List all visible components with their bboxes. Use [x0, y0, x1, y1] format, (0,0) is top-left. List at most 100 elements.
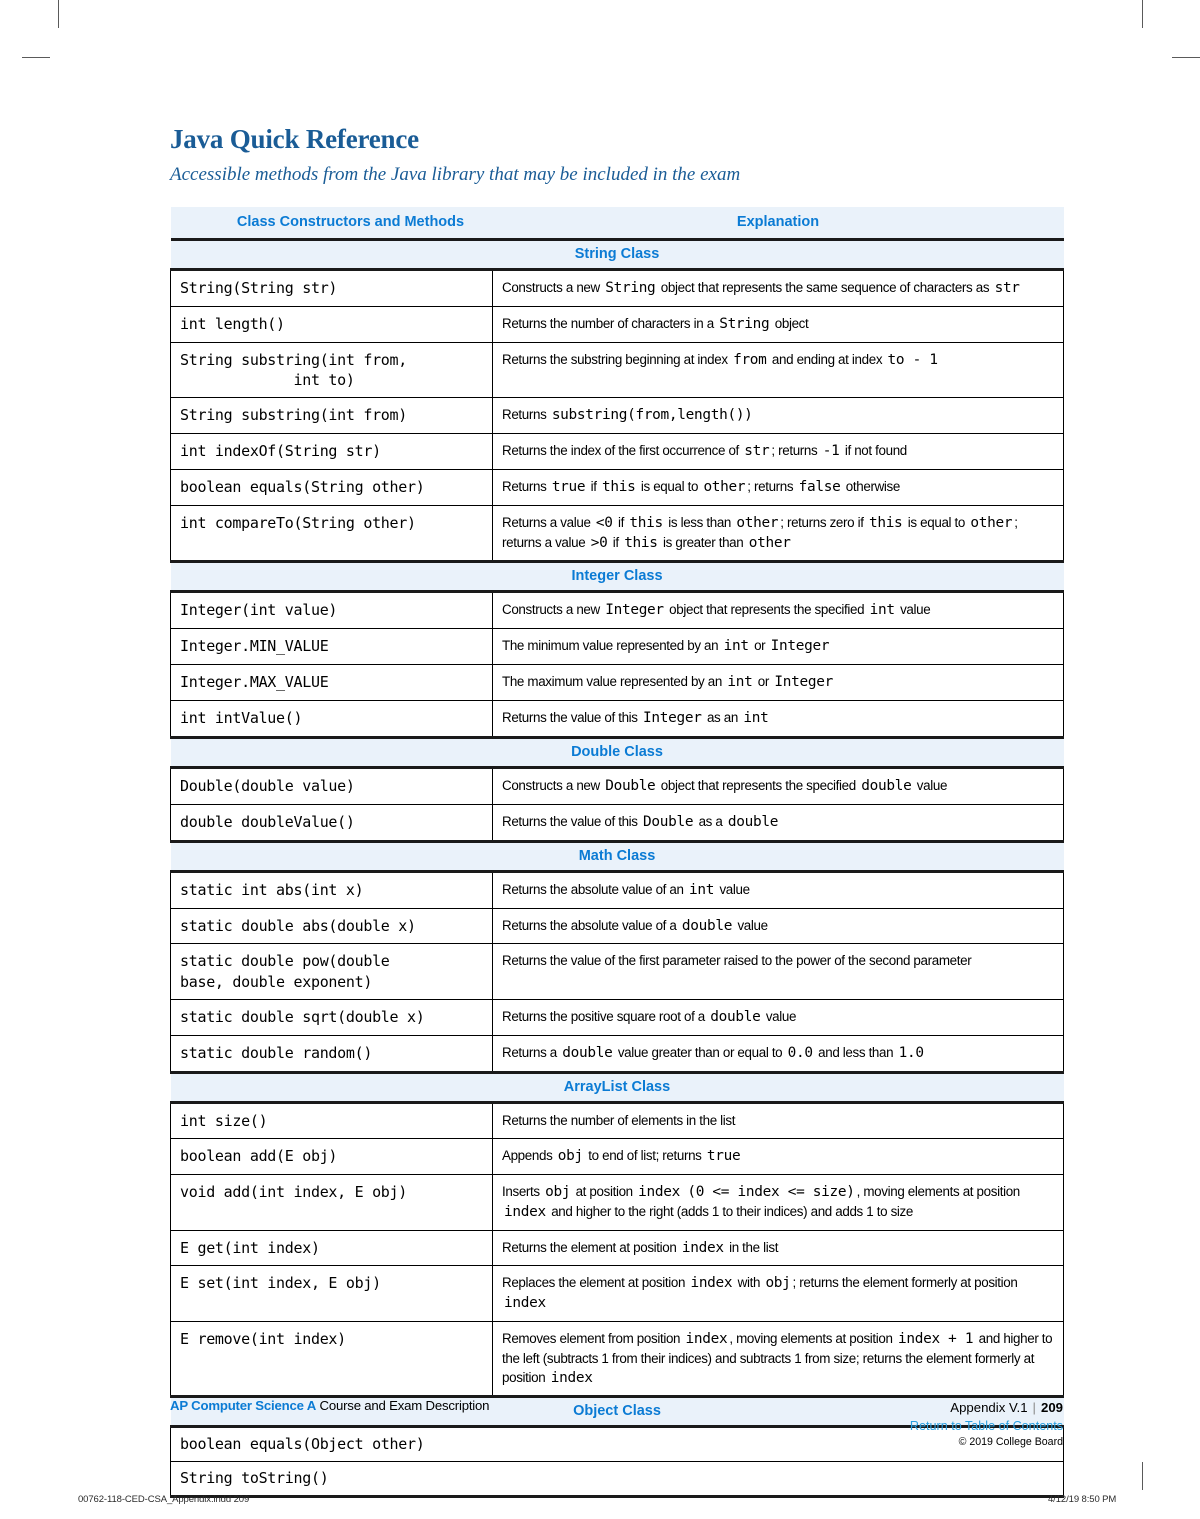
footer-page-info: Appendix V.1 | 209 — [910, 1398, 1063, 1417]
method-explanation: Constructs a new String object that repr… — [492, 269, 1064, 307]
method-signature: int indexOf(String str) — [170, 433, 493, 470]
code-token: Integer — [605, 602, 664, 619]
method-explanation: Returns the number of characters in a St… — [492, 306, 1064, 343]
code-token: obj — [545, 1183, 571, 1200]
table-row: String substring(int from) Returns substr… — [170, 397, 1064, 434]
section-header-label: String Class — [170, 237, 1064, 271]
method-explanation: Returns the element at position index in… — [492, 1230, 1064, 1267]
return-to-table-of-contents-link[interactable]: Return to Table of Contents — [910, 1417, 1063, 1435]
method-signature: int intValue() — [170, 700, 493, 739]
method-explanation: Appends obj to end of list; returns true — [492, 1138, 1064, 1175]
code-token: substring(from,length()) — [551, 407, 753, 424]
table-row: int compareTo(String other) Returns a val… — [170, 505, 1064, 564]
method-explanation: Returns the absolute value of an int val… — [492, 871, 1064, 909]
footer-left: AP Computer Science A Course and Exam De… — [170, 1398, 489, 1413]
code-token: index + 1 — [898, 1331, 974, 1348]
code-token: index — [638, 1183, 680, 1200]
code-token: int — [688, 881, 715, 898]
table-row: static int abs(int x) Returns the absolut… — [170, 871, 1064, 909]
section-header-math-class: Math Class — [170, 839, 1064, 873]
code-token: index — [504, 1203, 546, 1220]
method-signature: E remove(int index) — [170, 1321, 493, 1399]
page-subtitle: Accessible methods from the Java library… — [170, 164, 741, 186]
code-token: double — [861, 777, 912, 794]
table-row: Integer.MAX_VALUE The maximum value repre… — [170, 664, 1064, 702]
code-token: obj — [765, 1275, 791, 1292]
method-signature: static double sqrt(double x) — [170, 999, 493, 1036]
method-explanation: Returns the value of the first parameter… — [492, 943, 1064, 1000]
code-token: this — [868, 514, 903, 531]
column-header-signature: Class Constructors and Methods — [170, 206, 493, 240]
table-row: static double sqrt(double x) Returns the … — [170, 999, 1064, 1036]
section-header-label: Double Class — [170, 735, 1064, 769]
code-token: other — [703, 478, 746, 495]
code-token: this — [602, 478, 636, 495]
footer-separator: | — [1032, 1400, 1036, 1415]
method-signature: Integer.MAX_VALUE — [170, 664, 493, 702]
table-row: int intValue() Returns the value of this … — [170, 700, 1064, 739]
code-token: int — [723, 638, 749, 655]
method-explanation: Returns the value of this Double as a do… — [492, 804, 1064, 843]
method-explanation: Returns a value <0 if this is less than … — [492, 505, 1064, 564]
table-row: Integer.MIN_VALUE The minimum value repre… — [170, 628, 1064, 666]
table-column-header-row: Class Constructors and Methods Explanatio… — [170, 206, 1064, 240]
document-page: Java Quick Reference Accessible methods … — [0, 0, 1200, 1519]
method-explanation: Removes element from position index, mov… — [492, 1321, 1064, 1399]
table-row: int length() Returns the number of charac… — [170, 306, 1064, 343]
code-token: (0 <= index <= size) — [687, 1183, 855, 1200]
code-token: other — [970, 514, 1013, 531]
code-token: true — [551, 478, 586, 495]
code-token: index — [690, 1275, 733, 1292]
code-token: Integer — [774, 674, 833, 691]
table-row: boolean add(E obj) Appends obj to end of … — [170, 1138, 1064, 1175]
method-signature: static double abs(double x) — [170, 908, 493, 945]
code-token: index — [504, 1295, 546, 1312]
java-quick-reference-table: Class Constructors and Methods Explanatio… — [170, 206, 1064, 1499]
table-row: void add(int index, E obj) Inserts obj at… — [170, 1174, 1064, 1231]
crop-mark-top-right-horizontal — [1172, 57, 1200, 58]
method-signature: Double(double value) — [170, 767, 493, 805]
method-signature: Integer(int value) — [170, 591, 493, 630]
crop-mark-top-left-horizontal — [22, 57, 50, 58]
code-token: int — [743, 710, 769, 727]
method-explanation: Returns the absolute value of a double v… — [492, 908, 1064, 945]
section-header-label: ArrayList Class — [170, 1070, 1064, 1104]
method-signature: int size() — [170, 1102, 493, 1139]
section-header-label: Math Class — [170, 839, 1064, 873]
table-row: double doubleValue() Returns the value of… — [170, 804, 1064, 843]
code-token: int — [727, 674, 753, 691]
code-token: 1.0 — [898, 1044, 924, 1061]
code-token: from — [733, 351, 767, 368]
method-signature: double doubleValue() — [170, 804, 493, 843]
code-token: double — [710, 1008, 761, 1025]
section-header-integer-class: Integer Class — [170, 560, 1064, 594]
method-signature: static double random() — [170, 1035, 493, 1074]
table-row: int size() Returns the number of elements… — [170, 1102, 1064, 1139]
code-token: index — [685, 1331, 728, 1348]
method-explanation: Constructs a new Double object that repr… — [492, 767, 1064, 805]
page-content: Java Quick Reference Accessible methods … — [170, 124, 1064, 1499]
code-token: index — [681, 1239, 724, 1256]
method-explanation: The maximum value represented by an int … — [492, 664, 1064, 702]
table-row: E get(int index) Returns the element at p… — [170, 1230, 1064, 1267]
code-token: this — [629, 514, 663, 531]
code-token: index — [550, 1369, 593, 1386]
code-token: String — [605, 279, 656, 296]
method-explanation: Returns the substring beginning at index… — [492, 342, 1064, 399]
code-token: int — [869, 602, 895, 619]
method-explanation: Returns the positive square root of a do… — [492, 999, 1064, 1036]
section-header-arraylist-class: ArrayList Class — [170, 1070, 1064, 1104]
table-row: Double(double value) Constructs a new Dou… — [170, 767, 1064, 805]
footer-right: Appendix V.1 | 209 Return to Table of Cont… — [910, 1398, 1063, 1451]
table-row: int indexOf(String str) Returns the index… — [170, 433, 1064, 470]
code-token: Double — [643, 813, 694, 830]
code-token: double — [681, 917, 733, 934]
column-header-explanation: Explanation — [492, 206, 1064, 240]
code-token: true — [706, 1147, 741, 1164]
method-signature: E set(int index, E obj) — [170, 1265, 493, 1323]
table-row: E set(int index, E obj) Replaces the elem… — [170, 1265, 1064, 1323]
table-row: static double pow(double base, double ex… — [170, 943, 1064, 1000]
method-signature: Integer.MIN_VALUE — [170, 628, 493, 666]
method-signature: boolean equals(String other) — [170, 469, 493, 506]
method-signature: int length() — [170, 306, 493, 343]
